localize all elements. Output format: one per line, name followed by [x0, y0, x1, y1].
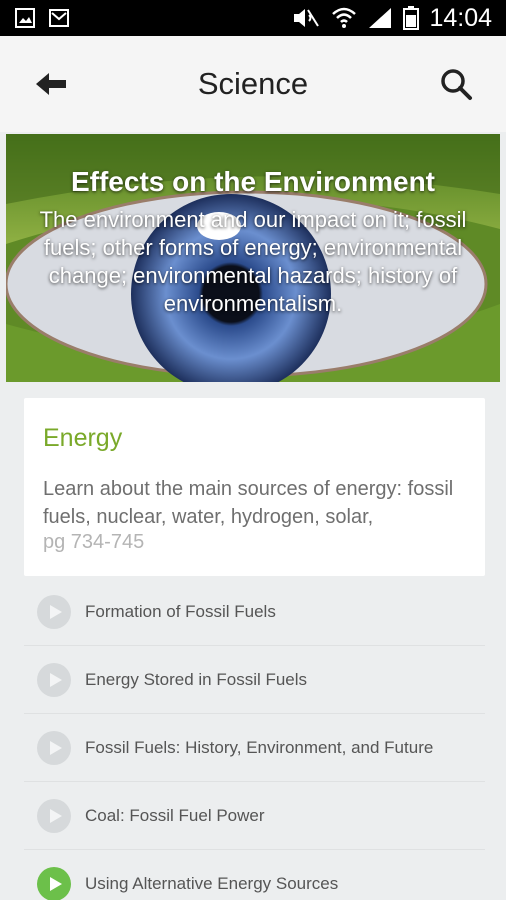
signal-icon [369, 8, 392, 28]
lesson-list: Formation of Fossil Fuels Energy Stored … [24, 578, 485, 900]
gallery-icon [15, 8, 35, 28]
hero-title: Effects on the Environment [70, 166, 436, 197]
search-icon [441, 69, 472, 100]
hero-banner: Effects on the Environment The environme… [6, 134, 500, 382]
mail-icon [49, 9, 69, 27]
play-icon [37, 595, 71, 629]
battery-icon [403, 6, 420, 30]
lesson-item[interactable]: Formation of Fossil Fuels [24, 578, 485, 646]
lesson-item[interactable]: Fossil Fuels: History, Environment, and … [24, 714, 485, 782]
lesson-item[interactable]: Energy Stored in Fossil Fuels [24, 646, 485, 714]
mute-icon [294, 9, 320, 27]
topic-title: Energy [43, 424, 123, 452]
lesson-label: Using Alternative Energy Sources [85, 874, 339, 893]
lesson-item[interactable]: Coal: Fossil Fuel Power [24, 782, 485, 850]
wifi-icon [332, 7, 357, 28]
search-button[interactable] [436, 64, 476, 104]
topic-card[interactable]: Energy Learn about the main sources of e… [24, 398, 485, 576]
topic-description-text: Learn about the main sources of energy: … [43, 478, 454, 528]
play-icon [37, 731, 71, 765]
page-title: Science [197, 66, 309, 101]
lesson-label: Formation of Fossil Fuels [85, 602, 276, 621]
play-icon [37, 867, 71, 900]
status-bar: 14:04 [0, 0, 506, 36]
lesson-item[interactable]: Using Alternative Energy Sources [24, 850, 485, 900]
lesson-label: Coal: Fossil Fuel Power [85, 806, 265, 825]
lesson-label: Energy Stored in Fossil Fuels [85, 670, 308, 689]
status-time: 14:04 [429, 3, 492, 32]
topic-description: Learn about the main sources of energy: … [43, 475, 473, 531]
lesson-label: Fossil Fuels: History, Environment, and … [85, 738, 434, 757]
hero-description: The environment and our impact on it; fo… [39, 207, 467, 316]
app-bar: Science [0, 36, 506, 132]
play-icon [37, 799, 71, 833]
play-icon [37, 663, 71, 697]
topic-pages: pg 734-745 [43, 531, 145, 553]
